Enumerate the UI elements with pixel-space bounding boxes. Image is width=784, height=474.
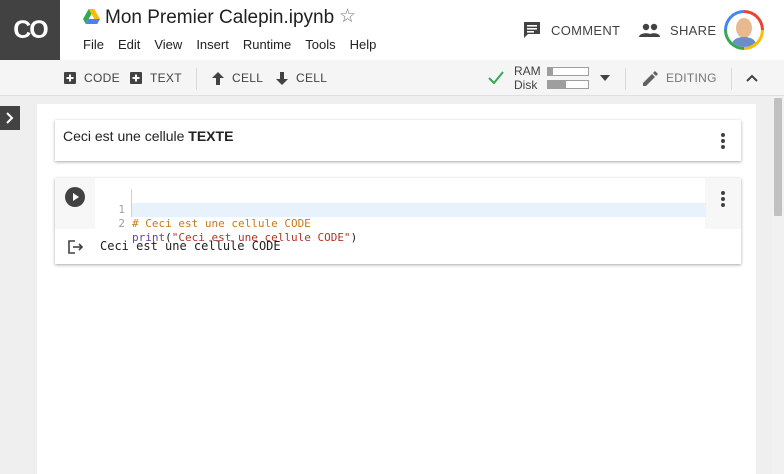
code-line: 2 print("Ceci est une cellule CODE"): [95, 203, 357, 244]
colab-logo[interactable]: CO: [0, 0, 60, 60]
header: CO Mon Premier Calepin.ipynb ☆ File Edit…: [0, 0, 784, 60]
run-cell-button[interactable]: [65, 187, 85, 207]
text-cell[interactable]: Ceci est une cellule TEXTE: [55, 120, 741, 161]
scrollbar-thumb[interactable]: [774, 98, 782, 216]
menu-insert[interactable]: Insert: [196, 37, 229, 52]
add-code-button[interactable]: CODE: [64, 70, 120, 86]
comment-button[interactable]: COMMENT: [523, 19, 620, 41]
arrow-up-icon: [212, 71, 224, 85]
comment-icon: [524, 22, 540, 38]
more-vert-icon[interactable]: [721, 133, 725, 151]
code-cell[interactable]: 1 # Ceci est une cellule CODE 2 print("C…: [55, 178, 741, 264]
scrollbar[interactable]: [772, 96, 784, 474]
text-cell-bold: TEXTE: [188, 128, 234, 144]
editing-mode-button[interactable]: EDITING: [643, 70, 717, 86]
arrow-down-icon: [276, 71, 288, 85]
plus-box-icon: [64, 72, 76, 84]
code-line: 1 # Ceci est une cellule CODE: [95, 189, 310, 230]
output-text: Ceci est une cellule CODE: [100, 239, 281, 253]
text-cell-plain: Ceci est une cellule: [63, 128, 189, 144]
notebook-title[interactable]: Mon Premier Calepin.ipynb: [105, 7, 334, 29]
menu-tools[interactable]: Tools: [305, 37, 335, 52]
text-cell-content: Ceci est une cellule TEXTE: [63, 128, 233, 144]
disk-meter: [547, 80, 589, 89]
more-vert-icon[interactable]: [721, 191, 725, 209]
resource-labels[interactable]: RAM Disk: [514, 64, 541, 92]
cell-output: Ceci est une cellule CODE: [55, 229, 741, 264]
chevron-up-icon[interactable]: [746, 74, 758, 82]
star-icon[interactable]: ☆: [339, 7, 356, 27]
share-button[interactable]: SHARE: [639, 19, 716, 41]
add-text-label: TEXT: [150, 71, 182, 85]
avatar[interactable]: [724, 10, 764, 50]
toolbar-divider: [196, 68, 197, 90]
disk-meter-fill: [548, 81, 566, 88]
active-line-highlight: [131, 203, 706, 217]
menu-bar: File Edit View Insert Runtime Tools Help: [83, 37, 390, 52]
checkmark-icon: [488, 71, 504, 84]
google-drive-icon: [83, 9, 100, 24]
output-arrow-icon[interactable]: [68, 240, 84, 254]
ram-meter: [547, 67, 589, 76]
dropdown-arrow-icon[interactable]: [600, 75, 610, 81]
menu-edit[interactable]: Edit: [118, 37, 140, 52]
sidebar-toggle-button[interactable]: [0, 106, 20, 130]
pencil-icon: [643, 70, 658, 86]
plus-box-icon: [130, 72, 142, 84]
menu-file[interactable]: File: [83, 37, 104, 52]
move-up-label: CELL: [232, 71, 264, 85]
editing-label: EDITING: [666, 71, 717, 85]
people-icon: [639, 23, 660, 37]
move-down-label: CELL: [296, 71, 328, 85]
ram-label: RAM: [514, 64, 541, 78]
menu-view[interactable]: View: [154, 37, 182, 52]
chevron-right-icon: [6, 112, 14, 124]
code-editor[interactable]: 1 # Ceci est une cellule CODE 2 print("C…: [95, 178, 706, 244]
menu-help[interactable]: Help: [350, 37, 377, 52]
comment-label: COMMENT: [551, 22, 621, 38]
add-code-label: CODE: [84, 71, 120, 85]
menu-runtime[interactable]: Runtime: [243, 37, 291, 52]
toolbar: CODE TEXT CELL CELL EDITING: [0, 60, 784, 96]
share-label: SHARE: [670, 22, 717, 38]
toolbar-divider: [731, 68, 732, 90]
move-cell-up-button[interactable]: CELL: [212, 70, 263, 86]
move-cell-down-button[interactable]: CELL: [276, 70, 327, 86]
disk-label: Disk: [514, 78, 538, 92]
ram-meter-fill: [548, 68, 553, 75]
add-text-button[interactable]: TEXT: [130, 70, 182, 86]
toolbar-divider: [625, 68, 626, 90]
